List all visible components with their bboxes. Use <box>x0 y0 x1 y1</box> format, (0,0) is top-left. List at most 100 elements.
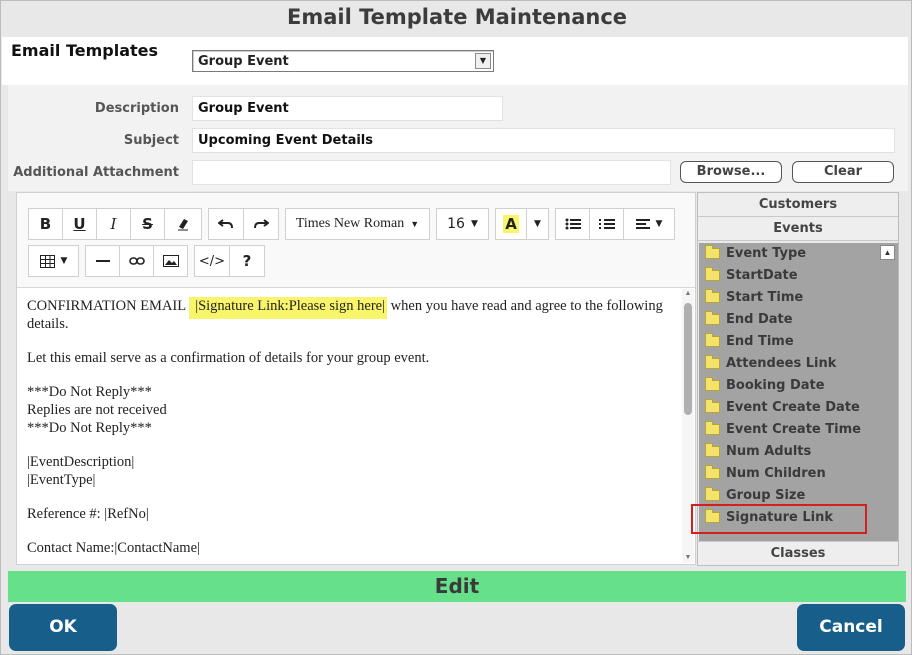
bold-icon: B <box>39 215 52 233</box>
font-color-button[interactable]: A <box>495 208 527 240</box>
content-paragraph: Let this email serve as a confirmation o… <box>27 350 430 366</box>
content-line: ***Do Not Reply*** <box>27 384 152 400</box>
folder-icon <box>705 354 720 369</box>
chevron-down-icon: ▼ <box>410 219 420 229</box>
field-item-startdate[interactable]: StartDate <box>705 265 798 285</box>
help-button[interactable]: ? <box>229 245 265 277</box>
folder-icon <box>705 398 720 413</box>
email-template-dialog: Email Template Maintenance Email Templat… <box>0 0 912 655</box>
content-line: ***Do Not Reply*** <box>27 420 152 436</box>
subject-input[interactable]: Upcoming Event Details <box>192 128 895 153</box>
field-item-event-create-date[interactable]: Event Create Date <box>705 397 860 417</box>
underline-button[interactable]: U <box>62 208 97 240</box>
undo-button[interactable] <box>208 208 244 240</box>
field-item-label: Num Children <box>726 465 826 481</box>
chevron-down-icon: ▼ <box>534 219 541 229</box>
underline-icon: U <box>73 215 86 233</box>
folder-icon <box>705 464 720 479</box>
undo-icon <box>218 219 233 229</box>
customers-header[interactable]: Customers <box>698 193 898 217</box>
field-item-event-type[interactable]: Event Type <box>705 243 806 263</box>
field-item-event-create-time[interactable]: Event Create Time <box>705 419 861 439</box>
field-item-label: Event Type <box>726 245 807 261</box>
table-icon <box>39 254 55 268</box>
rich-text-editor: B U I S Times New Roman ▼ 16 ▼ A ▼ ▼ ▼ <… <box>16 192 696 565</box>
field-item-group-size[interactable]: Group Size <box>705 485 805 505</box>
events-field-list: ▲ Event Type StartDate Start Time End Date E… <box>699 243 898 541</box>
attachment-input[interactable] <box>192 160 671 185</box>
field-item-end-time[interactable]: End Time <box>705 331 794 351</box>
strikethrough-button[interactable]: S <box>130 208 165 240</box>
content-paragraph: CONFIRMATION EMAIL |Signature Link:Pleas… <box>27 297 677 333</box>
description-input[interactable]: Group Event <box>192 96 503 121</box>
field-item-label: End Date <box>726 311 793 327</box>
field-item-attendees-link[interactable]: Attendees Link <box>705 353 836 373</box>
image-button[interactable] <box>153 245 188 277</box>
dialog-title: Email Template Maintenance <box>286 5 628 29</box>
bullet-list-button[interactable] <box>555 208 590 240</box>
folder-icon <box>705 244 720 259</box>
bold-button[interactable]: B <box>28 208 63 240</box>
field-item-label: Start Time <box>726 289 804 305</box>
eraser-button[interactable] <box>164 208 202 240</box>
numbered-list-button[interactable] <box>589 208 624 240</box>
scroll-up-icon[interactable]: ▲ <box>880 245 895 260</box>
link-button[interactable] <box>119 245 154 277</box>
italic-button[interactable]: I <box>96 208 131 240</box>
link-icon <box>128 257 145 265</box>
font-family-select[interactable]: Times New Roman ▼ <box>285 208 430 240</box>
template-select[interactable]: Group Event ▼ <box>192 50 494 72</box>
folder-icon <box>705 376 720 391</box>
field-item-booking-date[interactable]: Booking Date <box>705 375 825 395</box>
strikethrough-icon: S <box>142 215 153 233</box>
folder-icon <box>705 486 720 501</box>
classes-header[interactable]: Classes <box>698 541 898 565</box>
content-line: |EventType| <box>27 472 96 488</box>
image-icon <box>162 255 179 267</box>
subject-label: Subject <box>123 133 179 148</box>
field-item-label: Num Adults <box>726 443 812 459</box>
clear-button[interactable]: Clear <box>792 161 894 183</box>
signature-link-token[interactable]: |Signature Link:Please sign here| <box>189 297 388 319</box>
align-select[interactable]: ▼ <box>623 208 675 240</box>
chevron-down-icon: ▼ <box>475 53 491 69</box>
content-paragraph: Reference #: |RefNo| <box>27 506 149 522</box>
field-item-num-children[interactable]: Num Children <box>705 463 826 483</box>
field-item-label: StartDate <box>726 267 798 283</box>
font-size-select[interactable]: 16 ▼ <box>436 208 489 240</box>
field-item-num-adults[interactable]: Num Adults <box>705 441 811 461</box>
chevron-down-icon: ▼ <box>60 256 68 266</box>
field-item-label: Event Create Date <box>726 399 860 415</box>
table-button[interactable]: ▼ <box>28 245 79 277</box>
font-color-icon: A <box>503 215 519 233</box>
field-item-label: Event Create Time <box>726 421 861 437</box>
folder-icon <box>705 332 720 347</box>
eraser-icon <box>178 219 188 231</box>
folder-icon <box>705 310 720 325</box>
content-paragraph: |EventDescription| |EventType| <box>27 453 677 489</box>
description-label: Description <box>94 101 179 116</box>
editor-content[interactable]: CONFIRMATION EMAIL |Signature Link:Pleas… <box>27 297 677 561</box>
chevron-down-icon: ▼ <box>655 219 663 229</box>
field-item-label: Group Size <box>726 487 806 503</box>
scroll-up-icon[interactable]: ▲ <box>683 290 693 297</box>
edit-banner[interactable]: Edit <box>8 571 906 602</box>
code-icon: </> <box>198 253 226 269</box>
code-view-button[interactable]: </> <box>194 245 230 277</box>
browse-button[interactable]: Browse... <box>680 161 782 183</box>
ok-button[interactable]: OK <box>9 604 117 651</box>
content-text: CONFIRMATION EMAIL <box>27 298 190 314</box>
field-item-start-time[interactable]: Start Time <box>705 287 803 307</box>
editor-toolbar: B U I S Times New Roman ▼ 16 ▼ A ▼ ▼ ▼ <… <box>17 193 695 288</box>
redo-button[interactable] <box>243 208 279 240</box>
content-paragraph: ***Do Not Reply*** Replies are not recei… <box>27 383 677 437</box>
folder-icon <box>705 288 720 303</box>
field-item-end-date[interactable]: End Date <box>705 309 793 329</box>
cancel-button[interactable]: Cancel <box>797 604 905 651</box>
events-header[interactable]: Events <box>698 217 898 241</box>
align-icon <box>635 219 650 229</box>
scroll-down-icon[interactable]: ▼ <box>683 554 693 561</box>
font-color-dropdown[interactable]: ▼ <box>526 208 549 240</box>
horizontal-rule-button[interactable] <box>85 245 120 277</box>
scrollbar-thumb[interactable] <box>684 303 692 415</box>
